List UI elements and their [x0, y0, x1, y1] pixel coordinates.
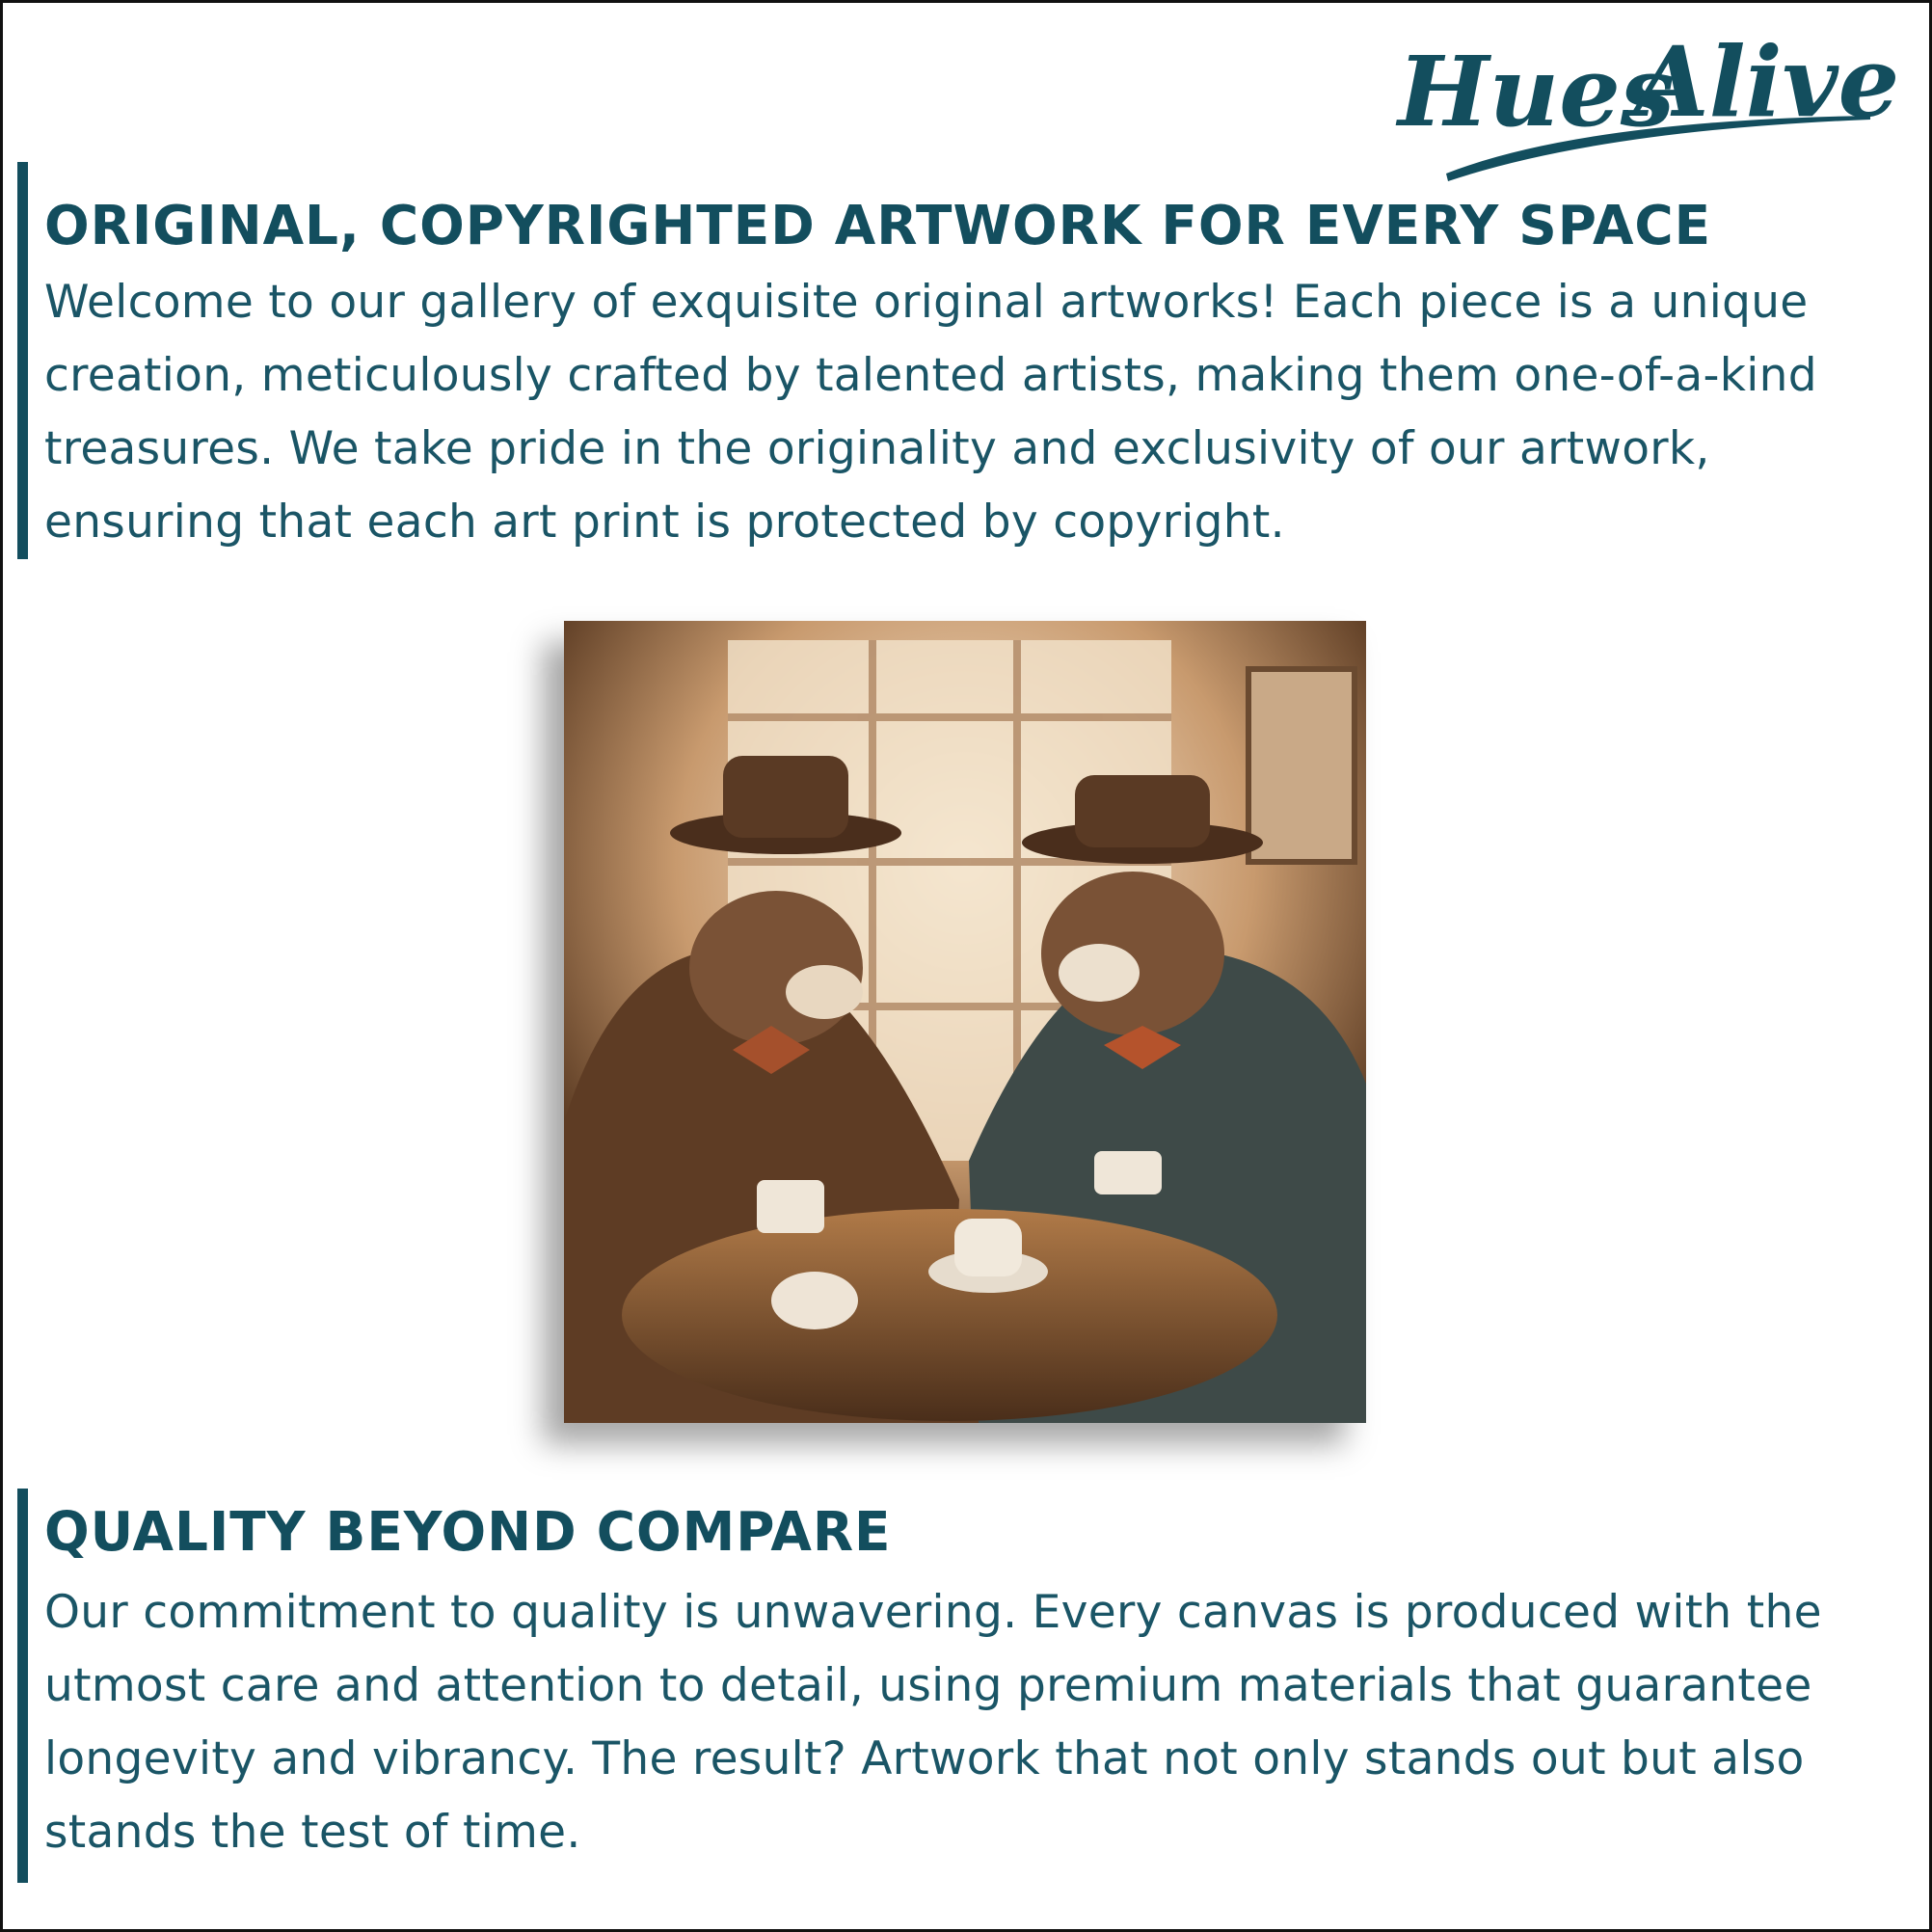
- section-accent-bar: [17, 162, 28, 559]
- section-body: Welcome to our gallery of exquisite orig…: [44, 276, 1817, 549]
- hues-alive-logo: Hues Alive: [1395, 25, 1899, 181]
- section-body: Our commitment to quality is unwavering.…: [44, 1586, 1822, 1859]
- artwork-image: [564, 621, 1366, 1423]
- originality-section: ORIGINAL, COPYRIGHTED ARTWORK FOR EVERY …: [44, 193, 1915, 559]
- section-heading: ORIGINAL, COPYRIGHTED ARTWORK FOR EVERY …: [44, 195, 1712, 257]
- section-heading: QUALITY BEYOND COMPARE: [44, 1501, 892, 1564]
- quality-section: QUALITY BEYOND COMPARE Our commitment to…: [44, 1499, 1915, 1869]
- section-accent-bar: [17, 1489, 28, 1883]
